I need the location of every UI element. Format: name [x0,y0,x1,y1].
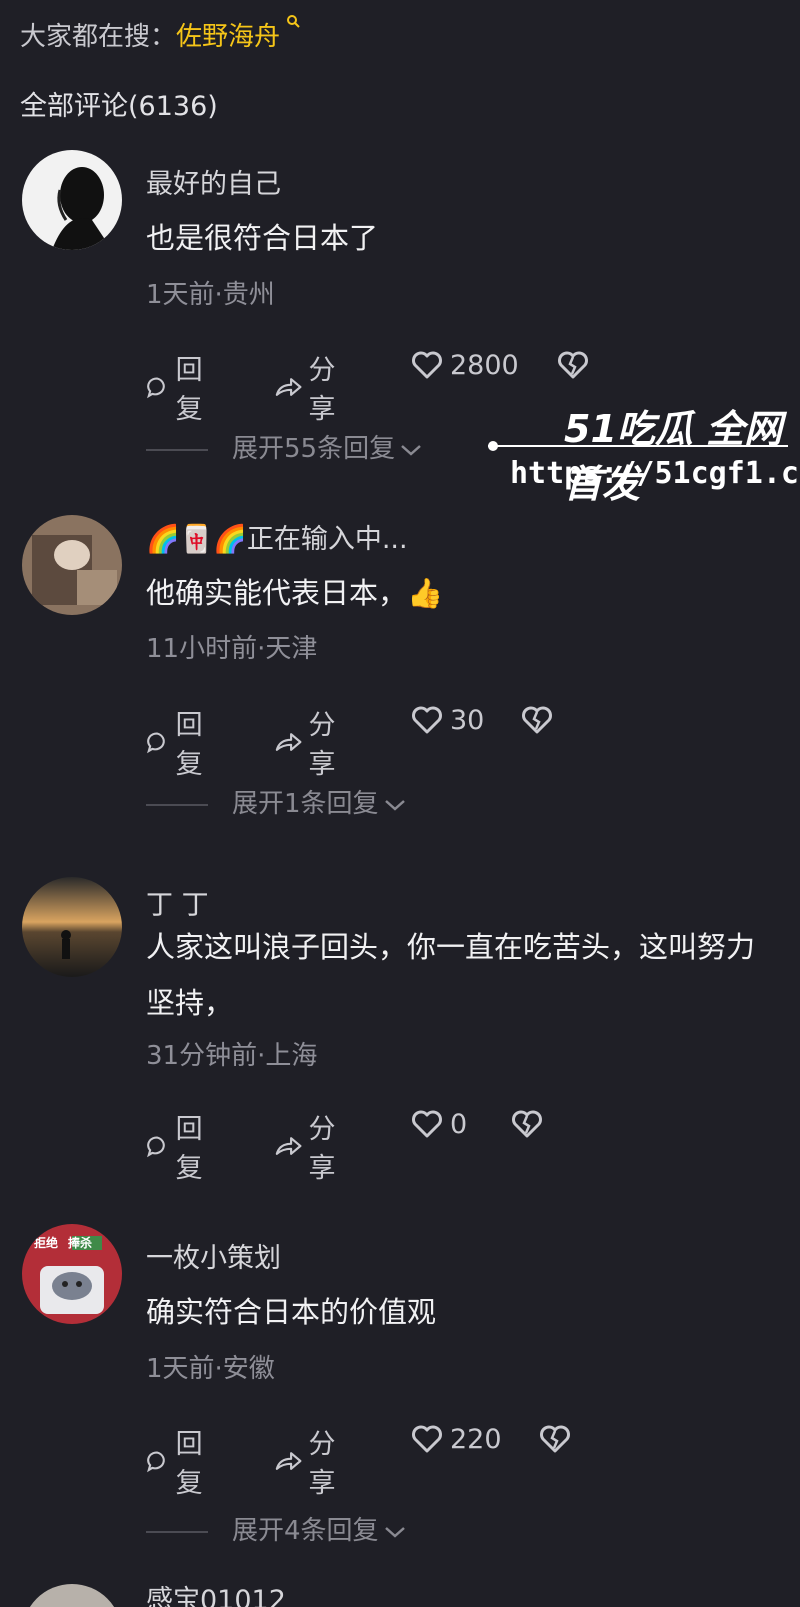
like-count: 2800 [450,349,519,381]
expand-replies[interactable]: 展开55条回复 [146,428,423,465]
comment-text: 人家这叫浪子回头，你一直在吃苦头，这叫努力坚持， [146,930,756,1020]
comment-meta: 1天前·贵州 [146,280,275,310]
expand-replies[interactable]: 展开1条回复 [146,783,407,820]
comment-meta: 11小时前·天津 [146,634,318,664]
share-label: 分享 [308,355,336,425]
comments-count: 全部评论(6136) [20,91,218,122]
watermark: 51吃瓜 全网首发 https://51cgf1.com [488,398,800,506]
share-label: 分享 [308,710,336,780]
like-button[interactable]: 0 [410,1107,467,1141]
reply-icon [147,377,165,399]
chevron-down-icon [384,799,405,811]
divider [146,448,208,451]
search-icon [287,15,300,28]
like-count: 220 [450,1423,502,1455]
reply-label: 回复 [175,355,203,425]
avatar[interactable] [22,150,122,250]
watermark-line [488,445,788,447]
like-count: 30 [450,704,485,736]
chevron-down-icon [384,1526,405,1538]
reply-label: 回复 [175,1429,203,1499]
expand-label: 展开55条回复 [232,434,396,464]
avatar-badge: 拒绝 捧杀 [34,1234,92,1251]
avatar[interactable] [22,1584,122,1607]
expand-label: 展开4条回复 [232,1516,379,1546]
like-button[interactable]: 2800 [410,348,519,382]
search-suggestion[interactable]: 大家都在搜：佐野海舟 [20,15,300,53]
dislike-button[interactable] [520,703,560,737]
reply-button[interactable]: 回复 [146,348,213,426]
share-icon [275,733,302,751]
chevron-down-icon [401,444,421,456]
watermark-url: https://51cgf1.com [510,456,800,491]
reply-label: 回复 [175,1114,203,1184]
broken-heart-icon [522,706,552,734]
search-keyword[interactable]: 佐野海舟 [176,22,280,52]
dislike-button[interactable] [538,1422,578,1456]
like-button[interactable]: 220 [410,1422,502,1456]
avatar[interactable] [22,877,122,977]
comment-author[interactable]: 感宝01012 [146,1578,286,1607]
divider [146,803,208,806]
heart-icon [412,1425,442,1453]
reply-button[interactable]: 回复 [146,1422,213,1500]
heart-icon [412,1110,442,1138]
share-button[interactable]: 分享 [274,1107,347,1185]
comment-author[interactable]: 最好的自己 [146,162,281,201]
reply-label: 回复 [175,710,203,780]
avatar[interactable] [22,515,122,615]
comment-text: 确实符合日本的价值观 [146,1295,437,1329]
like-count: 0 [450,1108,468,1140]
expand-label: 展开1条回复 [232,789,379,819]
comment-meta: 31分钟前·上海 [146,1041,318,1071]
heart-icon [412,351,442,379]
divider [146,1530,208,1533]
share-button[interactable]: 分享 [274,348,347,426]
dislike-button[interactable] [510,1107,550,1141]
share-label: 分享 [308,1429,336,1499]
avatar[interactable]: 拒绝 捧杀 [22,1224,122,1324]
comment-text: 他确实能代表日本，👍 [146,576,444,610]
share-label: 分享 [308,1114,336,1184]
broken-heart-icon [512,1110,542,1138]
reply-icon [147,732,165,754]
like-button[interactable]: 30 [410,703,484,737]
comment-author[interactable]: 一枚小策划 [146,1236,281,1275]
share-icon [275,1137,302,1155]
comment-text: 也是很符合日本了 [146,221,379,255]
comment-author[interactable]: 丁 丁 [146,883,209,922]
badge-text-2: 捧杀 [68,1236,93,1250]
broken-heart-icon [558,351,588,379]
reply-icon [147,1136,165,1158]
expand-replies[interactable]: 展开4条回复 [146,1510,407,1547]
heart-icon [412,706,442,734]
share-icon [275,1452,302,1470]
dislike-button[interactable] [556,348,596,382]
search-prefix: 大家都在搜： [20,22,177,52]
comment-item-partial: 感宝01012 [0,1568,800,1607]
comment-author[interactable]: 🌈🀄🌈正在输入中... [146,517,408,556]
badge-text-1: 拒绝 [34,1236,59,1250]
share-button[interactable]: 分享 [274,703,347,781]
reply-button[interactable]: 回复 [146,1107,213,1185]
watermark-logo: 51吃瓜 全网首发 [564,407,783,506]
share-icon [275,378,302,396]
reply-button[interactable]: 回复 [146,703,213,781]
share-button[interactable]: 分享 [274,1422,347,1500]
comment-meta: 1天前·安徽 [146,1354,275,1384]
reply-icon [147,1451,165,1473]
broken-heart-icon [540,1425,570,1453]
